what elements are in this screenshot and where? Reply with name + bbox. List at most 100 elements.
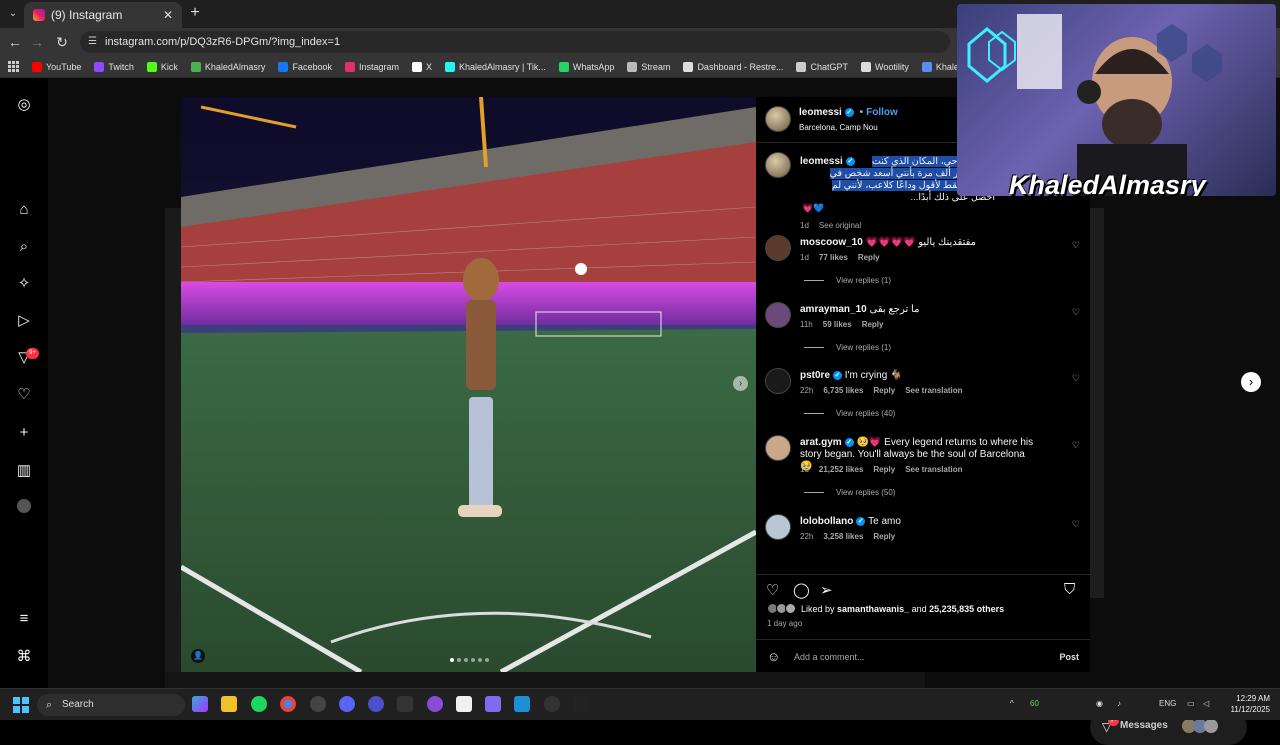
next-post-icon[interactable]: ›	[1241, 372, 1261, 392]
comment-icon[interactable]: ◯	[793, 581, 810, 599]
commenter-avatar[interactable]	[765, 514, 791, 540]
view-replies-link[interactable]: View replies (1)	[804, 276, 891, 285]
carousel-next-icon[interactable]: ›	[733, 376, 748, 391]
see-translation-link[interactable]: See translation	[905, 465, 962, 474]
store-icon[interactable]	[456, 696, 472, 712]
tagged-user-icon[interactable]: 👤	[191, 649, 205, 663]
caption-avatar[interactable]	[765, 152, 791, 178]
see-original-link[interactable]: See original	[819, 221, 861, 230]
post-photo[interactable]	[181, 97, 756, 672]
reload-icon[interactable]: ↻	[54, 34, 70, 50]
post-location[interactable]: Barcelona, Camp Nou	[799, 123, 878, 132]
commenter-avatar[interactable]	[765, 302, 791, 328]
clock[interactable]: 12:29 AM 11/12/2025	[1226, 693, 1270, 715]
apps-grid-icon[interactable]	[8, 61, 19, 72]
obs-icon[interactable]	[310, 696, 326, 712]
comment-like-heart-icon[interactable]: ♡	[1072, 307, 1080, 318]
comment-like-heart-icon[interactable]: ♡	[1072, 240, 1080, 251]
emoji-picker-icon[interactable]: ☺	[767, 649, 780, 664]
commenter-username[interactable]: lolobollano	[800, 516, 853, 527]
view-replies-link[interactable]: View replies (40)	[804, 409, 895, 418]
bookmark-item[interactable]: KhaledAlmasry	[190, 61, 265, 72]
chrome-icon[interactable]	[280, 696, 296, 712]
language-indicator[interactable]: ENG	[1159, 699, 1176, 708]
file-explorer-icon[interactable]	[221, 696, 237, 712]
back-icon[interactable]: ←	[7, 34, 23, 50]
commenter-avatar[interactable]	[765, 368, 791, 394]
home-icon[interactable]: ⌂	[15, 201, 33, 219]
comment-likes[interactable]: 77 likes	[819, 253, 848, 262]
spotify-icon[interactable]	[251, 696, 267, 712]
instagram-logo-icon[interactable]: ◎	[15, 96, 33, 114]
follow-button[interactable]: Follow	[866, 107, 898, 118]
game-icon[interactable]	[485, 696, 501, 712]
bookmark-item[interactable]: Stream	[627, 61, 670, 72]
volume-icon[interactable]: ◁	[1203, 699, 1209, 708]
start-windows-icon[interactable]	[13, 697, 29, 713]
url-field[interactable]: ☰ instagram.com/p/DQ3zR6-DPGm/?img_index…	[80, 31, 950, 53]
browser-tab[interactable]: (9) Instagram ✕	[24, 2, 182, 28]
bookmark-item[interactable]: Dashboard - Restre...	[683, 61, 783, 72]
reply-button[interactable]: Reply	[873, 386, 895, 395]
steam-icon[interactable]	[514, 696, 530, 712]
view-replies-link[interactable]: View replies (50)	[804, 488, 895, 497]
site-settings-icon[interactable]: ☰	[88, 31, 97, 53]
comment-like-heart-icon[interactable]: ♡	[1072, 519, 1080, 530]
bookmark-item[interactable]: Facebook	[278, 61, 332, 72]
likes-count[interactable]: 25,235,835 others	[929, 604, 1004, 614]
bookmark-item[interactable]: Kick	[146, 61, 178, 72]
reply-button[interactable]: Reply	[873, 465, 895, 474]
post-comment-button[interactable]: Post	[1059, 652, 1079, 662]
add-comment-input[interactable]: Add a comment...	[794, 652, 865, 662]
tab-close-icon[interactable]: ✕	[160, 8, 176, 22]
explore-icon[interactable]: ✧	[15, 275, 33, 293]
comment-like-heart-icon[interactable]: ♡	[1072, 373, 1080, 384]
bookmark-item[interactable]: YouTube	[32, 61, 81, 72]
dashboard-icon[interactable]: ▥	[15, 462, 33, 480]
like-heart-icon[interactable]: ♡	[766, 581, 779, 599]
bookmark-item[interactable]: ChatGPT	[796, 61, 848, 72]
share-icon[interactable]: ➢	[820, 581, 833, 599]
comment-likes[interactable]: 3,258 likes	[823, 532, 863, 541]
view-replies-link[interactable]: View replies (1)	[804, 343, 891, 352]
more-menu-icon[interactable]: ≡	[15, 610, 33, 628]
bookmark-item[interactable]: X	[412, 61, 432, 72]
commenter-username[interactable]: pst0re	[800, 370, 830, 381]
commenter-username[interactable]: arat.gym	[800, 437, 842, 448]
tray-chevron-icon[interactable]: ^	[1010, 699, 1014, 708]
bookmark-item[interactable]: Twitch	[94, 61, 134, 72]
save-bookmark-icon[interactable]: ⛉	[1064, 581, 1075, 598]
comment-likes[interactable]: 21,252 likes	[819, 465, 863, 474]
comment-likes[interactable]: 59 likes	[823, 320, 852, 329]
bookmark-item[interactable]: Instagram	[344, 61, 399, 72]
author-username[interactable]: leomessi	[799, 107, 842, 118]
commenter-username[interactable]: amrayman_10	[800, 304, 867, 315]
copilot-icon[interactable]	[192, 696, 208, 712]
bookmark-item[interactable]: KhaledAlmasry | Tik...	[445, 61, 546, 72]
network-icon[interactable]: ▭	[1187, 699, 1195, 708]
taskbar-search[interactable]: ⌕ Search	[37, 694, 185, 716]
discord-tray-icon[interactable]: ◉	[1096, 699, 1103, 708]
commenter-avatar[interactable]	[765, 435, 791, 461]
app-icon[interactable]	[573, 696, 589, 712]
reply-button[interactable]: Reply	[858, 253, 880, 262]
mic-icon[interactable]: ♪	[1117, 699, 1121, 708]
reply-button[interactable]: Reply	[873, 532, 895, 541]
comment-like-heart-icon[interactable]: ♡	[1072, 440, 1080, 451]
app-icon[interactable]	[427, 696, 443, 712]
bookmark-item[interactable]: WhatsApp	[558, 61, 614, 72]
commenter-username[interactable]: moscoow_10	[800, 237, 863, 248]
tab-search-icon[interactable]: ⌄	[5, 6, 21, 22]
commenter-avatar[interactable]	[765, 235, 791, 261]
author-avatar[interactable]	[765, 106, 791, 132]
new-tab-button[interactable]: +	[186, 4, 204, 22]
app-4k-icon[interactable]	[544, 696, 560, 712]
reply-button[interactable]: Reply	[862, 320, 884, 329]
search-icon[interactable]: ⌕	[15, 238, 33, 256]
reels-icon[interactable]: ▷	[15, 312, 33, 330]
create-icon[interactable]: +	[15, 424, 33, 442]
comment-likes[interactable]: 6,735 likes	[823, 386, 863, 395]
forward-icon[interactable]: →	[29, 34, 45, 50]
see-translation-link[interactable]: See translation	[905, 386, 962, 395]
app-icon[interactable]	[368, 696, 384, 712]
